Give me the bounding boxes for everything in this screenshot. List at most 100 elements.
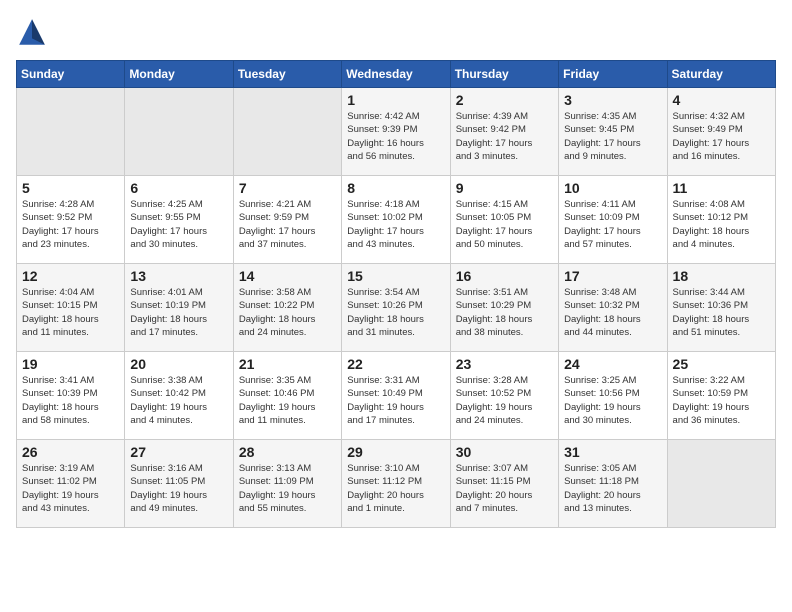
week-row-4: 19 Sunrise: 3:41 AM Sunset: 10:39 PM Dayl…	[17, 352, 776, 440]
day-number: 13	[130, 268, 227, 284]
calendar-cell: 27Sunrise: 3:16 AM Sunset: 11:05 PM Dayl…	[125, 440, 233, 528]
day-number: 21	[239, 356, 336, 372]
header-cell-monday: Monday	[125, 61, 233, 88]
cell-content: Sunrise: 3:10 AM Sunset: 11:12 PM Daylig…	[347, 462, 444, 515]
week-row-2: 5 Sunrise: 4:28 AM Sunset: 9:52 PM Daylig…	[17, 176, 776, 264]
cell-content: Sunrise: 4:08 AM Sunset: 10:12 PM Daylig…	[673, 198, 770, 251]
calendar-header: SundayMondayTuesdayWednesdayThursdayFrid…	[17, 61, 776, 88]
cell-content: Sunrise: 3:44 AM Sunset: 10:36 PM Daylig…	[673, 286, 770, 339]
cell-content: Sunrise: 3:05 AM Sunset: 11:18 PM Daylig…	[564, 462, 661, 515]
calendar-cell: 26Sunrise: 3:19 AM Sunset: 11:02 PM Dayl…	[17, 440, 125, 528]
day-number: 6	[130, 180, 227, 196]
calendar-cell: 13 Sunrise: 4:01 AM Sunset: 10:19 PM Dayl…	[125, 264, 233, 352]
cell-content: Sunrise: 3:38 AM Sunset: 10:42 PM Daylig…	[130, 374, 227, 427]
calendar-cell	[17, 88, 125, 176]
day-number: 25	[673, 356, 770, 372]
calendar-cell: 23 Sunrise: 3:28 AM Sunset: 10:52 PM Dayl…	[450, 352, 558, 440]
cell-content: Sunrise: 4:35 AM Sunset: 9:45 PM Dayligh…	[564, 110, 661, 163]
cell-content: Sunrise: 3:54 AM Sunset: 10:26 PM Daylig…	[347, 286, 444, 339]
header-cell-friday: Friday	[559, 61, 667, 88]
calendar-cell: 5 Sunrise: 4:28 AM Sunset: 9:52 PM Daylig…	[17, 176, 125, 264]
page-header	[16, 16, 776, 48]
week-row-5: 26Sunrise: 3:19 AM Sunset: 11:02 PM Dayl…	[17, 440, 776, 528]
cell-content: Sunrise: 3:51 AM Sunset: 10:29 PM Daylig…	[456, 286, 553, 339]
calendar-table: SundayMondayTuesdayWednesdayThursdayFrid…	[16, 60, 776, 528]
calendar-cell: 15 Sunrise: 3:54 AM Sunset: 10:26 PM Dayl…	[342, 264, 450, 352]
cell-content: Sunrise: 3:25 AM Sunset: 10:56 PM Daylig…	[564, 374, 661, 427]
cell-content: Sunrise: 4:11 AM Sunset: 10:09 PM Daylig…	[564, 198, 661, 251]
day-number: 23	[456, 356, 553, 372]
calendar-cell: 28 Sunrise: 3:13 AM Sunset: 11:09 PM Dayl…	[233, 440, 341, 528]
header-cell-sunday: Sunday	[17, 61, 125, 88]
day-number: 24	[564, 356, 661, 372]
header-cell-saturday: Saturday	[667, 61, 775, 88]
calendar-cell: 8 Sunrise: 4:18 AM Sunset: 10:02 PM Dayli…	[342, 176, 450, 264]
cell-content: Sunrise: 4:42 AM Sunset: 9:39 PM Dayligh…	[347, 110, 444, 163]
calendar-cell: 29 Sunrise: 3:10 AM Sunset: 11:12 PM Dayl…	[342, 440, 450, 528]
header-cell-tuesday: Tuesday	[233, 61, 341, 88]
cell-content: Sunrise: 3:41 AM Sunset: 10:39 PM Daylig…	[22, 374, 119, 427]
day-number: 27	[130, 444, 227, 460]
cell-content: Sunrise: 3:28 AM Sunset: 10:52 PM Daylig…	[456, 374, 553, 427]
day-number: 14	[239, 268, 336, 284]
calendar-cell: 19 Sunrise: 3:41 AM Sunset: 10:39 PM Dayl…	[17, 352, 125, 440]
day-number: 29	[347, 444, 444, 460]
week-row-3: 12Sunrise: 4:04 AM Sunset: 10:15 PM Dayl…	[17, 264, 776, 352]
calendar-cell: 2 Sunrise: 4:39 AM Sunset: 9:42 PM Daylig…	[450, 88, 558, 176]
logo-icon	[16, 16, 48, 48]
calendar-cell	[125, 88, 233, 176]
calendar-cell: 30 Sunrise: 3:07 AM Sunset: 11:15 PM Dayl…	[450, 440, 558, 528]
cell-content: Sunrise: 3:07 AM Sunset: 11:15 PM Daylig…	[456, 462, 553, 515]
cell-content: Sunrise: 4:15 AM Sunset: 10:05 PM Daylig…	[456, 198, 553, 251]
day-number: 30	[456, 444, 553, 460]
calendar-cell: 20 Sunrise: 3:38 AM Sunset: 10:42 PM Dayl…	[125, 352, 233, 440]
day-number: 1	[347, 92, 444, 108]
cell-content: Sunrise: 3:19 AM Sunset: 11:02 PM Daylig…	[22, 462, 119, 515]
cell-content: Sunrise: 4:32 AM Sunset: 9:49 PM Dayligh…	[673, 110, 770, 163]
day-number: 8	[347, 180, 444, 196]
day-number: 16	[456, 268, 553, 284]
day-number: 9	[456, 180, 553, 196]
header-row: SundayMondayTuesdayWednesdayThursdayFrid…	[17, 61, 776, 88]
day-number: 31	[564, 444, 661, 460]
calendar-cell: 1 Sunrise: 4:42 AM Sunset: 9:39 PM Daylig…	[342, 88, 450, 176]
calendar-cell: 10 Sunrise: 4:11 AM Sunset: 10:09 PM Dayl…	[559, 176, 667, 264]
cell-content: Sunrise: 4:39 AM Sunset: 9:42 PM Dayligh…	[456, 110, 553, 163]
cell-content: Sunrise: 3:58 AM Sunset: 10:22 PM Daylig…	[239, 286, 336, 339]
calendar-cell: 11 Sunrise: 4:08 AM Sunset: 10:12 PM Dayl…	[667, 176, 775, 264]
day-number: 11	[673, 180, 770, 196]
calendar-cell: 7 Sunrise: 4:21 AM Sunset: 9:59 PM Daylig…	[233, 176, 341, 264]
calendar-cell: 3Sunrise: 4:35 AM Sunset: 9:45 PM Daylig…	[559, 88, 667, 176]
week-row-1: 1 Sunrise: 4:42 AM Sunset: 9:39 PM Daylig…	[17, 88, 776, 176]
header-cell-wednesday: Wednesday	[342, 61, 450, 88]
logo	[16, 16, 50, 48]
day-number: 22	[347, 356, 444, 372]
calendar-cell: 14 Sunrise: 3:58 AM Sunset: 10:22 PM Dayl…	[233, 264, 341, 352]
day-number: 20	[130, 356, 227, 372]
day-number: 19	[22, 356, 119, 372]
calendar-cell: 16 Sunrise: 3:51 AM Sunset: 10:29 PM Dayl…	[450, 264, 558, 352]
calendar-cell: 31 Sunrise: 3:05 AM Sunset: 11:18 PM Dayl…	[559, 440, 667, 528]
calendar-body: 1 Sunrise: 4:42 AM Sunset: 9:39 PM Daylig…	[17, 88, 776, 528]
cell-content: Sunrise: 3:35 AM Sunset: 10:46 PM Daylig…	[239, 374, 336, 427]
cell-content: Sunrise: 3:13 AM Sunset: 11:09 PM Daylig…	[239, 462, 336, 515]
calendar-cell: 9 Sunrise: 4:15 AM Sunset: 10:05 PM Dayli…	[450, 176, 558, 264]
calendar-cell	[233, 88, 341, 176]
day-number: 5	[22, 180, 119, 196]
day-number: 28	[239, 444, 336, 460]
day-number: 2	[456, 92, 553, 108]
cell-content: Sunrise: 4:01 AM Sunset: 10:19 PM Daylig…	[130, 286, 227, 339]
calendar-cell: 12Sunrise: 4:04 AM Sunset: 10:15 PM Dayl…	[17, 264, 125, 352]
day-number: 4	[673, 92, 770, 108]
day-number: 15	[347, 268, 444, 284]
cell-content: Sunrise: 3:31 AM Sunset: 10:49 PM Daylig…	[347, 374, 444, 427]
day-number: 10	[564, 180, 661, 196]
cell-content: Sunrise: 4:21 AM Sunset: 9:59 PM Dayligh…	[239, 198, 336, 251]
calendar-cell	[667, 440, 775, 528]
calendar-cell: 22 Sunrise: 3:31 AM Sunset: 10:49 PM Dayl…	[342, 352, 450, 440]
cell-content: Sunrise: 4:28 AM Sunset: 9:52 PM Dayligh…	[22, 198, 119, 251]
cell-content: Sunrise: 3:48 AM Sunset: 10:32 PM Daylig…	[564, 286, 661, 339]
cell-content: Sunrise: 4:18 AM Sunset: 10:02 PM Daylig…	[347, 198, 444, 251]
calendar-cell: 24 Sunrise: 3:25 AM Sunset: 10:56 PM Dayl…	[559, 352, 667, 440]
day-number: 7	[239, 180, 336, 196]
